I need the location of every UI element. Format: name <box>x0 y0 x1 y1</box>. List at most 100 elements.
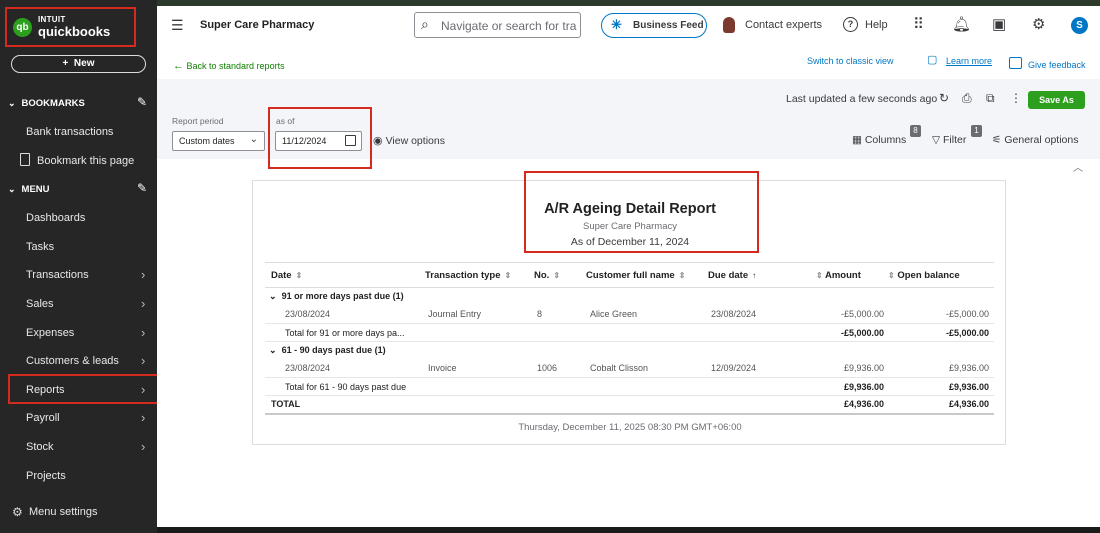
column-header-transaction-type[interactable]: Transaction type ⇕ <box>425 262 534 288</box>
grand-total-balance: £4,936.00 <box>884 395 994 415</box>
sidebar-item-expenses[interactable]: Expenses <box>26 327 74 339</box>
save-as-button[interactable]: Save As <box>1028 91 1085 109</box>
bookmarks-header-label: BOOKMARKS <box>21 98 85 109</box>
group-row[interactable]: ⌄ 91 or more days past due (1) <box>265 287 994 306</box>
edit-bookmarks-pencil-icon[interactable]: ✎ <box>137 95 147 109</box>
sort-icon: ⇕ <box>816 270 823 280</box>
more-options-icon[interactable]: ⋮ <box>1010 91 1022 105</box>
print-icon[interactable]: ⎙ <box>962 91 972 106</box>
chevron-down-icon: ⌄ <box>8 98 16 108</box>
search-icon: ⌕ <box>421 16 429 32</box>
general-options-label: General options <box>1004 134 1079 146</box>
sidebar-item-sales[interactable]: Sales <box>26 298 54 310</box>
help-icon[interactable]: ? <box>843 17 858 32</box>
chevron-right-icon: › <box>141 353 146 368</box>
menu-header[interactable]: ⌄ MENU <box>8 184 50 195</box>
new-button[interactable]: + New <box>11 55 146 73</box>
column-header-open-balance[interactable]: ⇕ Open balance <box>884 262 994 288</box>
settings-gear-icon[interactable]: ⚙ <box>1032 15 1045 33</box>
column-header-amount[interactable]: ⇕ Amount <box>812 262 884 288</box>
cell-balance: -£5,000.00 <box>945 309 989 320</box>
table-header-row: Date ⇕ Transaction type ⇕ No. ⇕ Customer fu… <box>265 262 994 288</box>
cell-amount: -£5,000.00 <box>840 309 884 320</box>
menu-settings-link[interactable]: Menu settings <box>29 506 97 518</box>
contact-experts-link[interactable]: Contact experts <box>745 19 822 31</box>
total-label: Total for 61 - 90 days past due <box>265 377 534 396</box>
sidebar-item-dashboards[interactable]: Dashboards <box>26 212 85 224</box>
view-options-label: View options <box>385 135 445 147</box>
sidebar-item-bank-transactions[interactable]: Bank transactions <box>26 126 113 138</box>
sidebar-item-tasks[interactable]: Tasks <box>26 241 54 253</box>
table-row[interactable]: 23/08/2024 Journal Entry 8 Alice Green 2… <box>265 306 994 324</box>
report-period-select[interactable]: Custom dates ⌄ <box>172 131 265 151</box>
new-button-label: New <box>73 58 95 69</box>
give-feedback-link[interactable]: Give feedback <box>1028 60 1086 70</box>
column-header-label: Customer full name <box>586 269 675 281</box>
cell-due: 23/08/2024 <box>711 309 757 320</box>
cell-due: 12/09/2024 <box>711 363 757 374</box>
collapse-options-icon[interactable]: ︿ <box>1073 159 1083 174</box>
grand-total-label: TOTAL <box>265 395 425 415</box>
sort-icon: ⇕ <box>888 270 895 280</box>
chevron-right-icon: › <box>141 439 146 454</box>
learn-more-link[interactable]: Learn more <box>946 56 992 66</box>
back-link-label: Back to standard reports <box>186 61 285 71</box>
column-header-date[interactable]: Date ⇕ <box>265 262 425 288</box>
sidebar-item-stock[interactable]: Stock <box>26 441 54 453</box>
logo-intuit-text: INTUIT <box>38 15 66 24</box>
collapse-menu-icon[interactable]: ☰ <box>171 17 184 34</box>
report-table: Date ⇕ Transaction type ⇕ No. ⇕ Customer fu… <box>265 262 994 415</box>
window-bottom-strip <box>157 527 1100 533</box>
back-to-reports-link[interactable]: ← Back to standard reports <box>173 60 285 72</box>
column-header-customer[interactable]: Customer full name ⇕ <box>586 262 708 288</box>
report-title-highlight <box>524 171 759 253</box>
table-row[interactable]: 23/08/2024 Invoice 1006 Cobalt Clisson 1… <box>265 360 994 378</box>
feedback-icon <box>1009 57 1022 69</box>
sidebar-item-customers-leads[interactable]: Customers & leads <box>26 355 119 367</box>
view-options-button[interactable]: ◉ View options <box>373 134 445 147</box>
grand-total-amount: £4,936.00 <box>812 395 884 415</box>
apps-grid-icon[interactable]: ⠿ <box>913 15 924 33</box>
group-total-row: Total for 61 - 90 days past due £9,936.0… <box>265 377 994 396</box>
group-row[interactable]: ⌄ 61 - 90 days past due (1) <box>265 341 994 360</box>
sidebar-item-payroll[interactable]: Payroll <box>26 412 60 424</box>
report-card: A/R Ageing Detail Report Super Care Phar… <box>252 171 1006 445</box>
column-header-due-date[interactable]: Due date ↑ <box>708 262 812 288</box>
report-period-value: Custom dates <box>179 136 235 146</box>
sidebar-item-projects[interactable]: Projects <box>26 470 66 482</box>
edit-menu-pencil-icon[interactable]: ✎ <box>137 181 147 195</box>
sidebar-item-transactions[interactable]: Transactions <box>26 269 89 281</box>
cell-amount: £9,936.00 <box>843 363 884 374</box>
filter-button[interactable]: ▽ Filter <box>932 134 966 146</box>
sort-icon: ⇕ <box>295 270 303 280</box>
user-avatar[interactable]: S <box>1071 17 1088 34</box>
refresh-icon[interactable]: ↻ <box>939 91 949 105</box>
book-icon: ▢ <box>927 54 938 66</box>
total-label: Total for 91 or more days pa... <box>265 323 534 342</box>
columns-count-badge: 8 <box>910 125 921 137</box>
cell-customer: Cobalt Clisson <box>590 363 649 374</box>
general-options-button[interactable]: ⚟ General options <box>992 134 1078 146</box>
chevron-right-icon: › <box>141 325 146 340</box>
report-options-bar: Last updated a few seconds ago ↻ ⎙ ⧉ ⋮ S… <box>157 79 1100 169</box>
sort-icon: ⇕ <box>504 270 512 280</box>
sort-icon: ⇕ <box>678 270 686 280</box>
chevron-down-icon: ⌄ <box>249 134 258 145</box>
filter-count-badge: 1 <box>971 125 982 137</box>
sidebar-item-bookmark-this-page[interactable]: Bookmark this page <box>37 155 134 167</box>
cell-type[interactable]: Invoice <box>425 360 534 378</box>
help-link[interactable]: Help <box>865 19 888 31</box>
sidebar: qb INTUIT quickbooks + New ⌄ BOOKMARKS ✎… <box>0 0 157 533</box>
column-header-label: Open balance <box>897 269 960 281</box>
export-icon[interactable]: ⧉ <box>986 91 995 106</box>
logo[interactable]: qb INTUIT quickbooks <box>5 7 136 47</box>
notifications-bell-icon[interactable]: 🔔︎ <box>952 15 971 33</box>
columns-button[interactable]: ▦ Columns <box>852 134 906 146</box>
search-input[interactable]: ⌕ Navigate or search for transactions <box>414 12 581 38</box>
clipboard-tasks-icon[interactable]: ▣ <box>992 15 1006 33</box>
column-header-no[interactable]: No. ⇕ <box>534 262 586 288</box>
cell-type[interactable]: Journal Entry <box>425 306 534 324</box>
business-feed-button[interactable]: ✳ Business Feed <box>601 13 707 38</box>
switch-classic-view-link[interactable]: Switch to classic view <box>807 56 894 66</box>
bookmarks-header[interactable]: ⌄ BOOKMARKS <box>8 98 85 109</box>
